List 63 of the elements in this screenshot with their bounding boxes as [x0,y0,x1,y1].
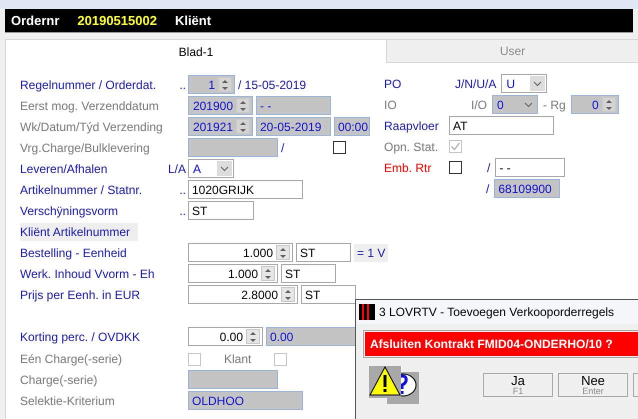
app-icon [359,304,375,320]
field-text: J/N/U/A [455,76,496,92]
field-label: Kliënt Artikelnummer [20,223,138,241]
field-text: / [487,160,490,176]
caret-icon [217,161,232,176]
spin-field[interactable]: 1.000 [188,264,278,283]
field-label: Leveren/Afhalen [20,161,108,178]
dropdown[interactable]: U [501,74,548,93]
unit-note: = 1 V [354,244,388,262]
field-marker: .. [179,182,186,199]
input-field[interactable]: - - [495,158,566,177]
field-text: - Rg [543,96,566,114]
dialog-button[interactable]: Nee Enter [558,373,628,397]
spinner-icon[interactable] [281,287,295,302]
input-field[interactable]: ST [301,285,356,304]
field-label: Charge(-serie) [20,372,98,389]
warning-question-icon [369,366,421,404]
caret-icon [530,76,546,91]
field-label: Eerst mog. Verzenddatum [20,98,159,115]
dropdown[interactable]: A [188,159,234,178]
field-label: Vrg.Charge/Bulklevering [20,140,150,157]
spinner-icon[interactable] [261,266,275,281]
field-text: / 15-05-2019 [238,76,306,94]
field-label: Raapvloer [384,118,439,134]
spinner-icon[interactable] [276,245,290,260]
checkbox[interactable] [449,161,462,174]
field-text: / [486,180,490,198]
spinner-icon[interactable] [246,329,260,344]
order-label: Ordernr [11,12,60,30]
client-label: Kliënt [174,12,212,30]
field-label: Selektie-Kriterium [20,393,115,410]
field-label: Werk. Inhoud Vvorm - Eh [20,266,154,283]
dialog-title: 3 LOVRTV - Toevoegen Verkooporderregels [379,304,614,321]
field-text: Klant [224,351,252,368]
field-text: I/O [471,96,488,114]
spin-field[interactable]: 1.000 [188,243,293,262]
order-number: 20190515002 [77,12,157,30]
field-label: Regelnummer / Orderdat. [20,77,156,94]
field-label: Wk/Datum/Týd Verzending [20,119,163,136]
field-label: Opn. Stat. [384,138,438,156]
field-label: Verschÿningsvorm [20,203,118,220]
field-marker: L/A [168,161,186,178]
field-marker: .. [179,203,186,220]
field-label: PO [384,76,402,92]
spin-field[interactable]: 0.00 [188,327,263,346]
field-label: Artikelnummer / Statnr. [20,182,142,199]
field-label: IO [384,96,397,114]
input-field[interactable]: ST [188,201,254,220]
field-label: Bestelling - Eenheid [20,245,127,262]
field-marker: .. [179,77,186,94]
checkmark-icon [450,141,461,152]
input-field[interactable]: 1020GRIJK [188,180,303,199]
dialog-button[interactable]: Ja F1 [483,373,553,397]
field-text: / [281,140,284,156]
input-field[interactable]: ST [281,264,336,283]
field-label: Prijs per Eenh. in EUR [20,287,140,304]
field-label: Emb. Rtr [384,160,432,176]
input-field[interactable]: AT [449,116,554,135]
input-field[interactable]: ST [296,243,351,262]
spin-field[interactable]: 2.8000 [188,285,298,304]
field-label: Korting perc. / OVDKK [20,329,140,346]
field-label: Eén Charge(-serie) [20,351,122,368]
dialog-message: Afsluiten Kontrakt FMID04-ONDERHO/10 ? [365,332,638,356]
